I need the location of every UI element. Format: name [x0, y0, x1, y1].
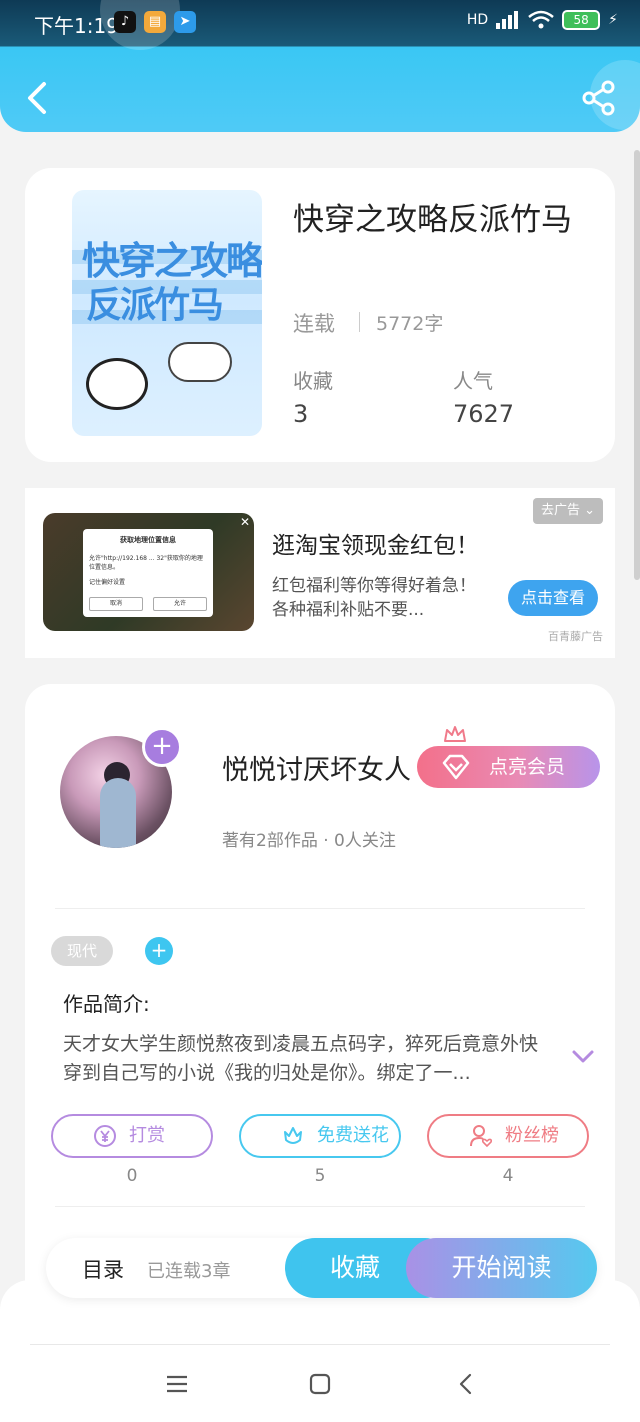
header: 下午1:19 ♪ ▤ ➤ HD 58 ⚡ — [0, 0, 640, 132]
system-nav-bar — [0, 1280, 640, 1422]
ad-title: 逛淘宝领现金红包！ — [272, 533, 479, 559]
home-icon[interactable] — [306, 1370, 334, 1398]
popularity-value: 7627 — [453, 400, 515, 428]
divider — [359, 312, 360, 332]
cover-title-line2: 反派竹马 — [86, 285, 224, 326]
remove-ad-button[interactable]: 去广告 ⌄ — [532, 498, 603, 524]
notes-app-icon: ▤ — [144, 11, 166, 33]
send-flower-label: 免费送花 — [317, 1125, 389, 1146]
status-time: 下午1:19 — [34, 14, 119, 38]
fan-user-icon — [470, 1125, 493, 1148]
network-label: HD — [466, 12, 489, 28]
charging-icon: ⚡ — [608, 12, 618, 28]
popularity-label: 人气 — [453, 369, 493, 393]
author-name: 悦悦讨厌坏女人 — [222, 755, 411, 786]
remove-ad-label: 去广告 — [540, 503, 580, 518]
yen-icon — [94, 1125, 116, 1147]
ad-close-icon[interactable]: ✕ — [240, 515, 250, 529]
chevron-down-icon: ⌄ — [584, 503, 595, 518]
wifi-icon — [528, 10, 554, 29]
telegram-icon: ➤ — [174, 11, 196, 33]
vip-button[interactable]: 点亮会员 — [417, 746, 600, 788]
book-status: 连载 — [293, 312, 335, 336]
fan-count: 4 — [502, 1166, 514, 1186]
menu-icon[interactable] — [163, 1370, 191, 1398]
ad-dialog-allow: 允许 — [153, 597, 207, 611]
tip-label: 打赏 — [129, 1125, 165, 1146]
ad-banner[interactable]: 获取地理位置信息 允许"http://192.168 ... 32"获取你的地理… — [25, 488, 615, 658]
book-info-card: 快穿之攻略 反派竹马 快穿之攻略反派竹马 连载 5772字 收藏 3 人气 76… — [25, 168, 615, 462]
send-flower-button[interactable]: 免费送花 — [239, 1114, 401, 1158]
ad-dialog-title: 获取地理位置信息 — [120, 536, 176, 544]
signal-icon — [496, 11, 519, 29]
word-count: 5772字 — [376, 313, 444, 335]
flower-count: 5 — [314, 1166, 326, 1186]
fan-ranking-button[interactable]: 粉丝榜 — [427, 1114, 589, 1158]
fan-ranking-label: 粉丝榜 — [505, 1125, 559, 1146]
crown-icon — [444, 726, 466, 742]
favorites-value: 3 — [293, 400, 309, 428]
intro-text: 天才女大学生颜悦熬夜到凌晨五点码字，猝死后竟意外快穿到自己写的小说《我的归处是你… — [63, 1033, 539, 1084]
divider — [30, 1344, 610, 1345]
ad-dialog-text: 允许"http://192.168 ... 32"获取你的地理位置信息。 — [89, 555, 203, 571]
battery-icon: 58 — [562, 10, 601, 30]
back-button[interactable] — [20, 78, 54, 118]
share-button[interactable] — [582, 80, 616, 116]
divider — [55, 908, 585, 909]
flower-icon — [284, 1127, 302, 1144]
chapter-count: 已连载3章 — [147, 1261, 231, 1282]
author-meta: 著有2部作品 · 0人关注 — [222, 831, 396, 851]
scrollbar[interactable] — [634, 150, 640, 580]
follow-plus-button[interactable]: + — [142, 727, 182, 767]
expand-chevron-icon[interactable] — [571, 1046, 595, 1066]
system-back-icon[interactable] — [452, 1370, 480, 1398]
ad-source: 百青藤广告 — [548, 630, 603, 643]
table-of-contents-button[interactable]: 目录 — [82, 1254, 124, 1284]
book-cover[interactable]: 快穿之攻略 反派竹马 — [72, 190, 262, 436]
tiktok-icon: ♪ — [114, 11, 136, 33]
tip-button[interactable]: 打赏 — [51, 1114, 213, 1158]
diamond-icon — [442, 754, 470, 780]
ad-image[interactable]: 获取地理位置信息 允许"http://192.168 ... 32"获取你的地理… — [43, 513, 254, 631]
intro-heading: 作品简介: — [63, 992, 150, 1016]
favorites-label: 收藏 — [293, 369, 333, 393]
start-reading-button[interactable]: 开始阅读 — [406, 1238, 597, 1298]
bottom-action-bar: 目录 已连载3章 收藏 开始阅读 — [46, 1238, 597, 1298]
ad-dialog-cancel: 取消 — [89, 597, 143, 611]
cloud-illustration — [168, 342, 232, 382]
avatar-figure-body — [100, 778, 136, 848]
add-tag-button[interactable]: + — [145, 937, 173, 965]
status-bar: 下午1:19 ♪ ▤ ➤ HD 58 ⚡ — [0, 0, 640, 46]
ad-dialog-remember: 记住偏好设置 — [89, 579, 126, 586]
tag-modern[interactable]: 现代 — [51, 936, 113, 966]
ad-description: 红包福利等你等得好着急！各种福利补贴不要... — [272, 576, 476, 620]
ad-image-dialog: 获取地理位置信息 允许"http://192.168 ... 32"获取你的地理… — [83, 529, 213, 617]
vip-label: 点亮会员 — [489, 756, 566, 778]
book-title: 快穿之攻略反派竹马 — [293, 202, 572, 238]
ad-view-button[interactable]: 点击查看 — [508, 580, 598, 616]
divider — [55, 1206, 585, 1207]
tip-count: 0 — [126, 1166, 138, 1186]
panda-illustration — [86, 358, 148, 410]
